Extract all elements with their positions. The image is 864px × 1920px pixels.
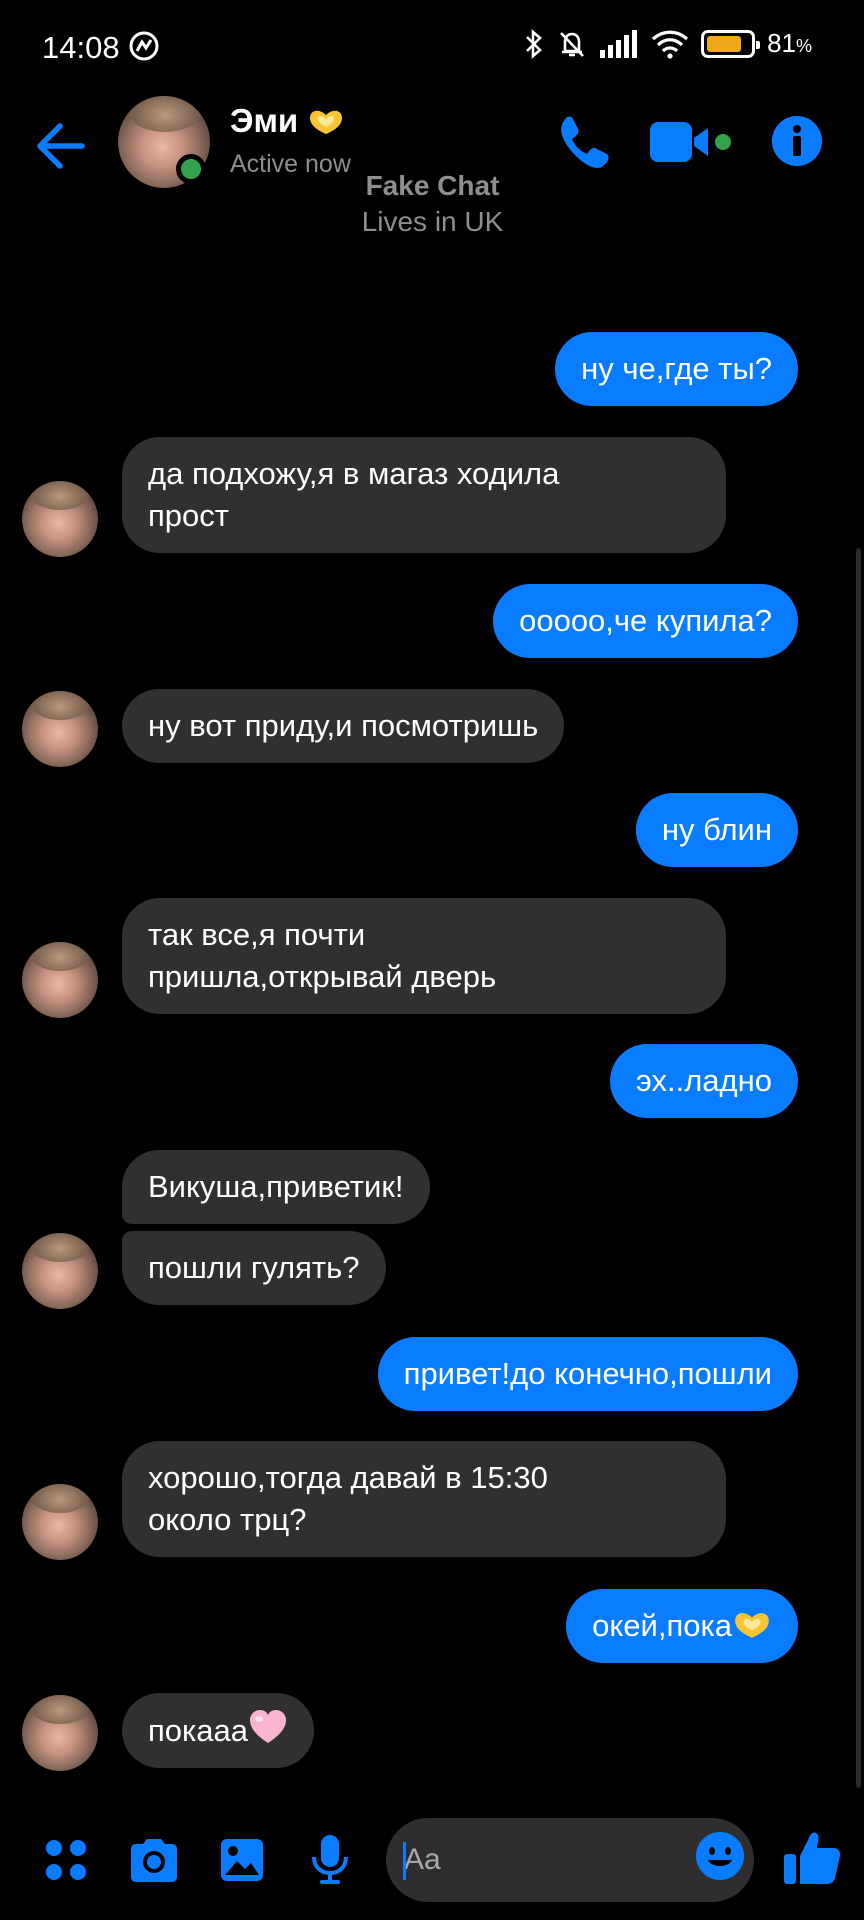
chat-header: Эми Active now Fake Chat Lives in UK bbox=[0, 92, 864, 242]
contact-avatar-small[interactable] bbox=[22, 691, 98, 767]
scrollbar[interactable] bbox=[856, 548, 861, 1788]
thumbs-up-icon[interactable] bbox=[780, 1826, 844, 1890]
bell-off-icon bbox=[560, 31, 585, 57]
microphone-icon bbox=[312, 1835, 348, 1884]
message-incoming[interactable]: да подхожу,я в магаз ходила прост bbox=[122, 437, 726, 553]
online-indicator bbox=[176, 154, 206, 184]
info-icon[interactable] bbox=[770, 114, 824, 168]
camera-icon bbox=[131, 1839, 177, 1882]
battery-level bbox=[707, 35, 742, 52]
status-time: 14:08 bbox=[42, 30, 120, 65]
message-incoming[interactable]: покааа bbox=[122, 1693, 314, 1768]
menu-dots-icon bbox=[46, 1840, 86, 1880]
camera-button[interactable] bbox=[124, 1830, 184, 1890]
wifi-icon bbox=[651, 30, 689, 59]
contact-avatar-small[interactable] bbox=[22, 1233, 98, 1309]
heart-hands-emoji bbox=[735, 1613, 769, 1638]
message-incoming[interactable]: ну вот приду,и посмотришь bbox=[122, 689, 565, 763]
message-incoming[interactable]: хорошо,тогда давай в 15:30 около трц? bbox=[122, 1441, 726, 1557]
message-outgoing[interactable]: привет!до конечно,пошли bbox=[377, 1337, 798, 1411]
contact-avatar-small[interactable] bbox=[22, 1695, 98, 1771]
contact-avatar-small[interactable] bbox=[22, 942, 98, 1018]
contact-avatar-small[interactable] bbox=[22, 1484, 98, 1560]
message-outgoing[interactable]: окей,пока bbox=[566, 1589, 798, 1663]
message-outgoing[interactable]: эх..ладно bbox=[610, 1044, 798, 1118]
back-icon[interactable] bbox=[30, 114, 94, 178]
status-icons: 81% bbox=[523, 28, 812, 59]
microphone-button[interactable] bbox=[300, 1830, 360, 1890]
contact-avatar-small[interactable] bbox=[22, 481, 98, 557]
message-outgoing[interactable]: ооооо,че купила? bbox=[493, 584, 798, 658]
message-incoming[interactable]: пошли гулять? bbox=[122, 1231, 386, 1305]
watermark: Fake Chat Lives in UK bbox=[361, 170, 504, 237]
battery-icon bbox=[701, 29, 761, 58]
gallery-button[interactable] bbox=[212, 1830, 272, 1890]
menu-dots-button[interactable] bbox=[36, 1830, 96, 1890]
app-notification-icon bbox=[129, 31, 159, 61]
composer-bar bbox=[0, 1812, 864, 1912]
signal-icon bbox=[600, 29, 638, 58]
message-incoming[interactable]: так все,я почти пришла,открывай дверь bbox=[122, 898, 726, 1014]
message-outgoing[interactable]: ну блин bbox=[635, 793, 798, 867]
contact-name[interactable]: Эми bbox=[230, 102, 345, 140]
emoji-icon[interactable] bbox=[694, 1830, 746, 1882]
pink-heart-emoji bbox=[250, 1710, 286, 1743]
message-incoming[interactable]: Викуша,приветик! bbox=[122, 1150, 430, 1224]
video-camera-icon[interactable] bbox=[648, 112, 734, 172]
battery-percent: 81% bbox=[767, 28, 812, 58]
bluetooth-icon bbox=[526, 28, 542, 59]
status-bar: 14:08 81% bbox=[0, 0, 864, 92]
message-outgoing[interactable]: ну че,где ты? bbox=[555, 332, 798, 406]
phone-icon[interactable] bbox=[552, 112, 612, 172]
gallery-icon bbox=[221, 1839, 263, 1881]
text-caret bbox=[403, 1842, 406, 1880]
heart-hands-emoji bbox=[310, 110, 343, 134]
